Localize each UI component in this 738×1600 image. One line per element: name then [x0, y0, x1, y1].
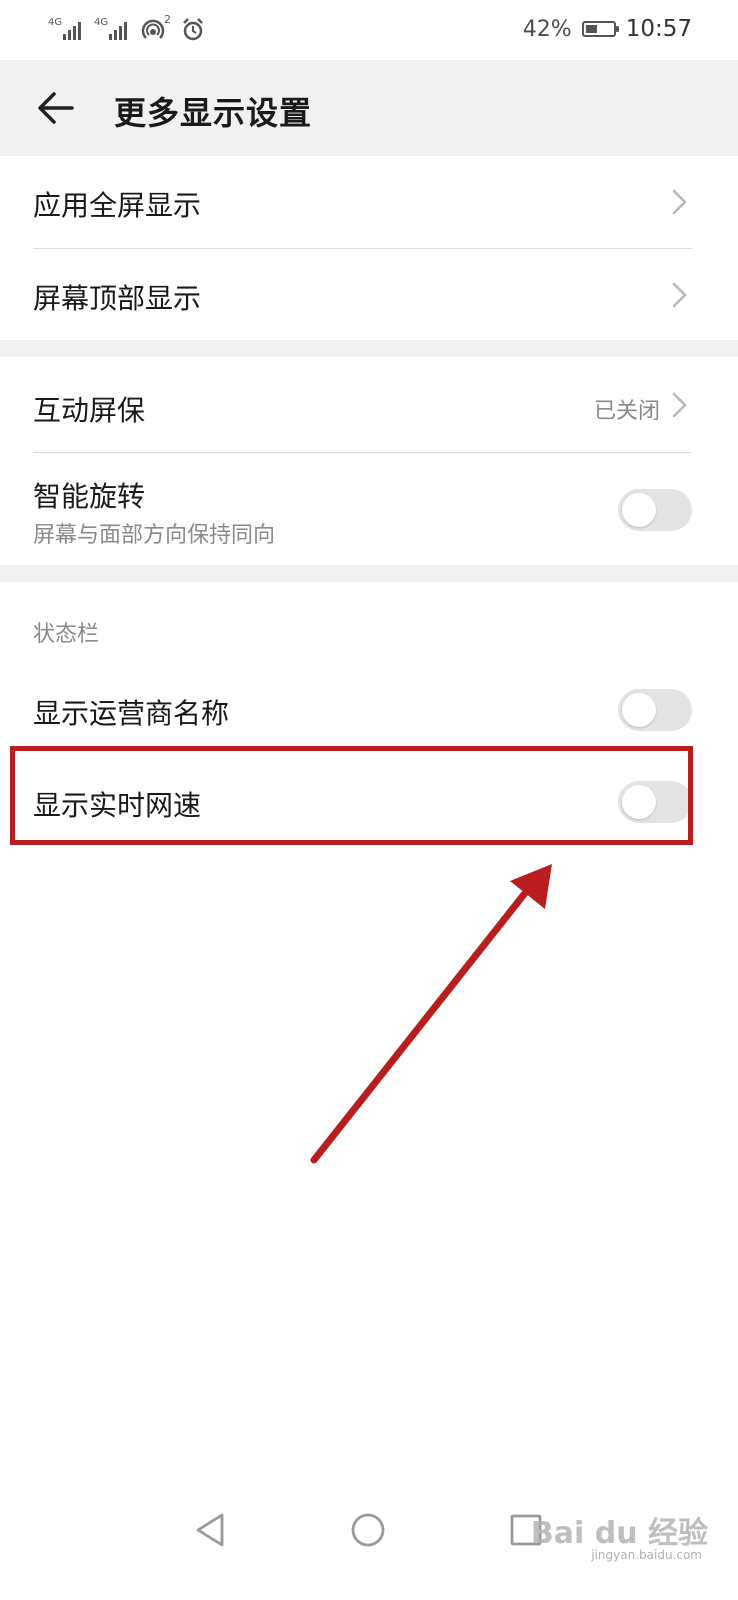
toggle-knob — [622, 693, 656, 727]
arrow-left-icon — [38, 92, 74, 124]
section-gap — [0, 340, 738, 357]
row-app-fullscreen[interactable]: 应用全屏显示 — [0, 156, 738, 249]
carrier-name-toggle[interactable] — [618, 689, 692, 731]
row-screensaver-label: 互动屏保 — [33, 394, 146, 427]
net-speed-toggle[interactable] — [618, 781, 692, 823]
row-net-speed: 显示实时网速 — [0, 756, 738, 846]
section-gap — [0, 565, 738, 582]
smart-rotate-toggle[interactable] — [618, 489, 692, 531]
alarm-clock-icon — [183, 18, 203, 41]
chevron-right-icon — [672, 189, 687, 215]
chevron-right-icon — [672, 392, 687, 418]
row-smart-rotate: 智能旋转 屏幕与面部方向保持同向 — [0, 453, 738, 565]
annotation-arrow-head — [510, 864, 552, 909]
toggle-knob — [622, 785, 656, 819]
row-net-speed-label: 显示实时网速 — [33, 789, 202, 822]
nav-home-button[interactable] — [342, 1504, 394, 1556]
row-screen-top-label: 屏幕顶部显示 — [33, 282, 202, 315]
battery-level-fill — [585, 25, 597, 33]
clock-time: 10:57 — [625, 16, 692, 42]
page-title: 更多显示设置 — [114, 94, 313, 132]
row-smart-rotate-label: 智能旋转 — [33, 480, 146, 513]
triangle-back-icon — [196, 1513, 224, 1547]
app-bar: 更多显示设置 — [0, 60, 738, 156]
row-smart-rotate-subtitle: 屏幕与面部方向保持同向 — [33, 523, 276, 548]
row-carrier-name-label: 显示运营商名称 — [33, 697, 230, 730]
svg-text:4G: 4G — [94, 17, 108, 28]
signal-4g-2-icon: 4G — [94, 17, 127, 40]
section-label-status-bar: 状态栏 — [33, 622, 100, 647]
row-screensaver-value: 已关闭 — [593, 399, 660, 424]
svg-text:4G: 4G — [48, 17, 62, 28]
svg-text:2: 2 — [164, 14, 171, 26]
baidu-watermark-url: jingyan.baidu.com — [591, 1548, 702, 1562]
toggle-knob — [622, 493, 656, 527]
nav-back-button[interactable] — [184, 1504, 236, 1556]
status-icons-right: 42% 10:57 — [523, 16, 692, 42]
chevron-right-icon — [672, 282, 687, 308]
battery-icon — [581, 21, 619, 37]
row-carrier-name: 显示运营商名称 — [0, 664, 738, 756]
circle-home-icon — [351, 1513, 385, 1547]
status-bar: 4G 4G 2 42% 10:57 — [0, 0, 738, 60]
baidu-watermark: Bai du 经验 — [530, 1516, 708, 1551]
section-header-status-bar: 状态栏 — [0, 582, 738, 664]
signal-4g-icon: 4G — [48, 17, 81, 40]
battery-percentage: 42% — [522, 16, 572, 42]
annotation-arrow-shaft — [310, 879, 537, 1164]
hotspot-icon: 2 — [141, 14, 171, 39]
back-button[interactable] — [30, 82, 82, 134]
status-icons-left: 4G 4G 2 — [48, 14, 206, 44]
row-app-fullscreen-label: 应用全屏显示 — [33, 189, 202, 222]
row-screen-top[interactable]: 屏幕顶部显示 — [0, 249, 738, 340]
row-interactive-screensaver[interactable]: 互动屏保 已关闭 — [0, 357, 738, 453]
